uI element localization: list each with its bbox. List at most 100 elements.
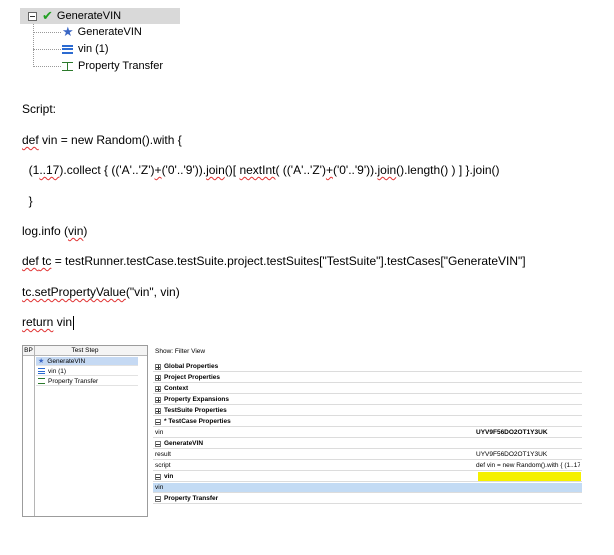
collapse-icon[interactable] bbox=[28, 11, 37, 21]
test-step-row[interactable]: ★ GenerateVIN bbox=[36, 357, 138, 366]
text-cursor bbox=[73, 315, 75, 330]
filter-view-label[interactable]: Show: Filter View bbox=[155, 347, 205, 356]
tree-item-generatevin-script[interactable]: ★ GenerateVIN bbox=[62, 24, 142, 40]
properties-panel: Show: Filter View Global Properties Proj… bbox=[153, 345, 582, 517]
section-testsuite-properties[interactable]: TestSuite Properties bbox=[153, 406, 582, 416]
code-text: ()[ bbox=[224, 163, 240, 177]
code-text: log.info ( bbox=[22, 224, 69, 238]
code-text: vin bbox=[53, 315, 73, 329]
script-line-1: def vin = new Random().with { bbox=[22, 133, 182, 147]
collapse-icon[interactable] bbox=[155, 418, 161, 425]
expand-icon[interactable] bbox=[155, 374, 161, 381]
breakpoint-column-header[interactable]: BP bbox=[23, 346, 35, 356]
code-text: vin = new Random().with { bbox=[38, 133, 182, 147]
section-generatevin[interactable]: GenerateVIN bbox=[153, 439, 582, 449]
test-case-tree: ✔ GenerateVIN ★ GenerateVIN vin (1) Prop… bbox=[20, 6, 180, 78]
section-testcase-properties[interactable]: * TestCase Properties bbox=[153, 417, 582, 427]
tree-connector bbox=[33, 24, 34, 67]
tree-item-property-transfer[interactable]: Property Transfer bbox=[62, 58, 163, 74]
section-property-expansions[interactable]: Property Expansions bbox=[153, 395, 582, 405]
section-label: vin bbox=[164, 473, 174, 480]
section-label: * TestCase Properties bbox=[164, 418, 231, 425]
script-heading-text: Script: bbox=[22, 102, 57, 116]
property-name: script bbox=[155, 462, 171, 469]
code-text: = testRunner.testCase.testSuite.project.… bbox=[51, 254, 526, 268]
section-label: GenerateVIN bbox=[164, 440, 204, 447]
expand-icon[interactable] bbox=[155, 363, 161, 370]
tree-item-generatevin-testcase[interactable]: ✔ GenerateVIN bbox=[28, 8, 121, 24]
tree-connector bbox=[33, 66, 61, 67]
test-step-row[interactable]: Property Transfer bbox=[36, 377, 138, 386]
script-line-4: log.info (vin) bbox=[22, 224, 87, 238]
code-text: ( (('A'..'Z') bbox=[275, 163, 326, 177]
test-step-label: Property Transfer bbox=[48, 377, 99, 385]
tree-connector bbox=[33, 32, 61, 33]
tree-item-label: Property Transfer bbox=[78, 60, 163, 72]
code-text: ('0'..'9')). bbox=[161, 163, 207, 177]
code-text: join bbox=[377, 163, 397, 177]
test-step-label: vin (1) bbox=[48, 367, 67, 375]
code-text: } bbox=[22, 194, 33, 208]
code-text: (1 bbox=[22, 163, 40, 177]
section-label: Property Expansions bbox=[164, 396, 230, 403]
property-value: def vin = new Random().with { (1..17 bbox=[476, 462, 580, 469]
section-label: Property Transfer bbox=[164, 495, 219, 502]
code-text: nextInt bbox=[239, 163, 276, 177]
property-name: vin bbox=[155, 484, 164, 491]
expand-icon[interactable] bbox=[155, 396, 161, 403]
property-row-script[interactable]: script def vin = new Random().with { (1.… bbox=[153, 461, 582, 471]
code-text: ("vin", vin) bbox=[125, 285, 180, 299]
highlighted-value-cell[interactable] bbox=[478, 472, 581, 481]
section-vin[interactable]: vin bbox=[153, 472, 582, 482]
test-step-row[interactable]: vin (1) bbox=[36, 367, 138, 376]
test-step-label: GenerateVIN bbox=[47, 357, 86, 365]
script-line-6: tc.setPropertyValue("vin", vin) bbox=[22, 285, 180, 299]
property-row-vin[interactable]: vin UYV9F56DO2OT1Y3UK bbox=[153, 428, 582, 438]
tree-item-label: GenerateVIN bbox=[77, 26, 142, 38]
breakpoint-gutter[interactable] bbox=[23, 356, 35, 516]
script-line-7[interactable]: return vin bbox=[22, 315, 75, 330]
code-text: ().length() ) ] }.join() bbox=[396, 163, 500, 177]
code-text: vin bbox=[68, 224, 84, 238]
properties-list-icon bbox=[38, 368, 45, 374]
tree-item-vin[interactable]: vin (1) bbox=[62, 41, 109, 57]
script-line-3: } bbox=[22, 194, 33, 208]
collapse-icon[interactable] bbox=[155, 440, 161, 447]
code-keyword: def bbox=[22, 133, 39, 147]
code-keyword: return bbox=[22, 315, 54, 329]
code-text: ) bbox=[83, 224, 88, 238]
section-property-transfer[interactable]: Property Transfer bbox=[153, 494, 582, 504]
collapse-icon[interactable] bbox=[155, 495, 161, 502]
expand-icon[interactable] bbox=[155, 407, 161, 414]
code-text: + bbox=[325, 163, 333, 177]
code-text: ).collect { (('A'..'Z') bbox=[59, 163, 155, 177]
star-icon: ★ bbox=[62, 24, 74, 39]
section-label: Context bbox=[164, 385, 189, 392]
test-step-column-header[interactable]: Test Step bbox=[35, 346, 135, 356]
code-text: tc bbox=[38, 254, 52, 268]
property-name: vin bbox=[155, 429, 164, 436]
code-text: tc.setPropertyValue bbox=[22, 285, 126, 299]
code-text: + bbox=[154, 163, 162, 177]
test-step-panel: BP Test Step ★ GenerateVIN vin (1) Prope… bbox=[22, 345, 148, 517]
section-label: Global Properties bbox=[164, 363, 219, 370]
expand-icon[interactable] bbox=[155, 385, 161, 392]
tree-root-label: GenerateVIN bbox=[56, 10, 122, 22]
tree-connector bbox=[33, 49, 61, 50]
script-line-2: (1..17).collect { (('A'..'Z')+('0'..'9')… bbox=[22, 163, 500, 177]
collapse-icon[interactable] bbox=[155, 473, 161, 480]
property-name: result bbox=[155, 451, 171, 458]
section-label: TestSuite Properties bbox=[164, 407, 227, 414]
property-row-result[interactable]: result UYV9F56DO2OT1Y3UK bbox=[153, 450, 582, 460]
section-context[interactable]: Context bbox=[153, 384, 582, 394]
code-text: join bbox=[206, 163, 225, 177]
section-project-properties[interactable]: Project Properties bbox=[153, 373, 582, 383]
property-transfer-icon bbox=[62, 61, 73, 72]
property-row-vin-selected[interactable]: vin bbox=[153, 483, 582, 493]
code-keyword: def bbox=[22, 254, 39, 268]
property-value: UYV9F56DO2OT1Y3UK bbox=[476, 429, 548, 436]
script-heading: Script: bbox=[22, 102, 56, 116]
property-value: UYV9F56DO2OT1Y3UK bbox=[476, 451, 548, 458]
section-global-properties[interactable]: Global Properties bbox=[153, 362, 582, 372]
code-text: ('0'..'9')). bbox=[332, 163, 378, 177]
